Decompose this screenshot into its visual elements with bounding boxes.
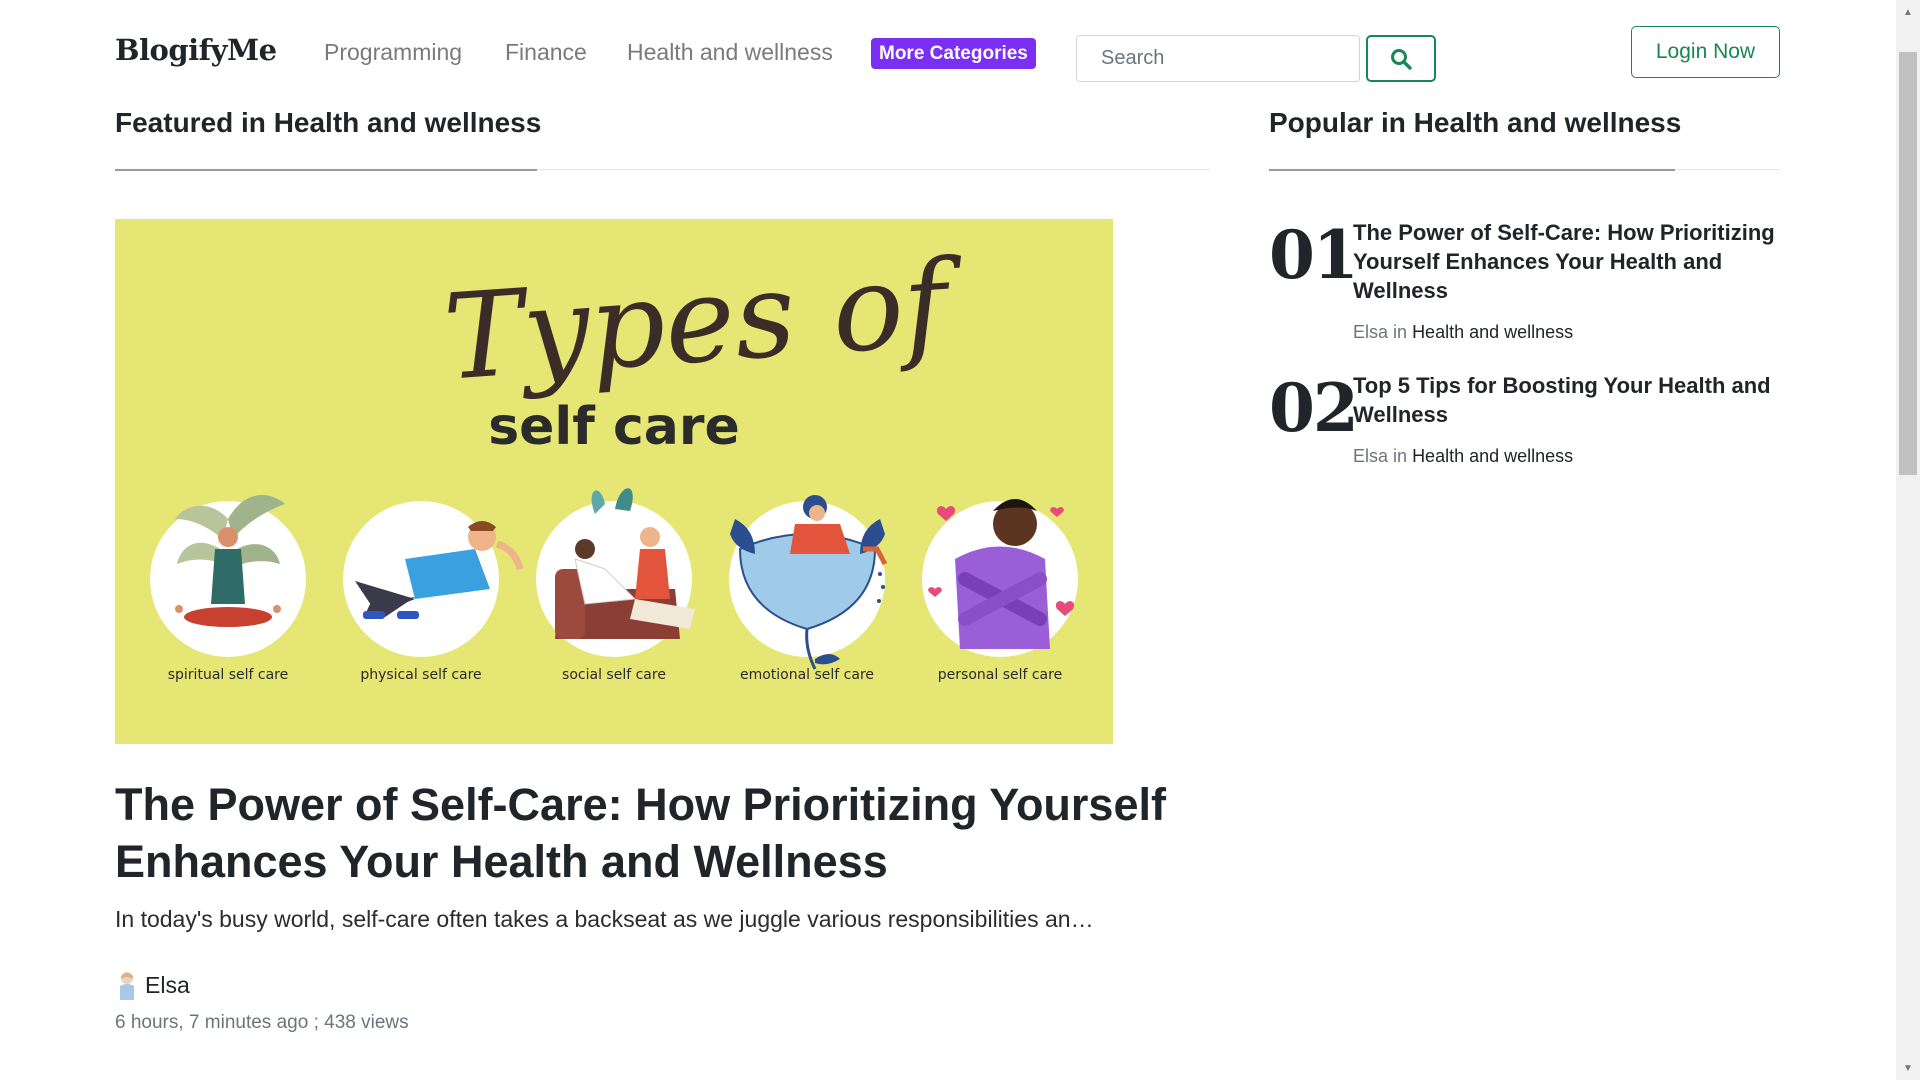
- image-label-physical: physical self care: [360, 667, 481, 683]
- search-icon: [1391, 48, 1412, 70]
- avatar: [120, 972, 134, 1000]
- physical-self-care-illustration: [343, 501, 524, 657]
- vertical-scrollbar[interactable]: ▲ ▼: [1896, 0, 1920, 1080]
- popular-item-meta: Elsa in Health and wellness: [1353, 322, 1573, 343]
- image-label-spiritual: spiritual self care: [168, 667, 289, 683]
- featured-meta: 6 hours, 7 minutes ago ; 438 views: [115, 1012, 409, 1033]
- scrollbar-thumb[interactable]: [1899, 52, 1917, 475]
- popular-item-title[interactable]: Top 5 Tips for Boosting Your Health and …: [1353, 371, 1793, 429]
- popular-heading: Popular in Health and wellness: [1269, 107, 1682, 138]
- popular-item[interactable]: 02 Top 5 Tips for Boosting Your Health a…: [1269, 371, 1789, 471]
- image-script-text: Types of: [440, 233, 970, 407]
- scroll-down-arrow-icon[interactable]: ▼: [1896, 1056, 1920, 1080]
- login-button[interactable]: Login Now: [1631, 26, 1780, 78]
- featured-author[interactable]: Elsa: [115, 970, 190, 1000]
- image-label-social: social self care: [562, 667, 666, 683]
- page: BlogifyMe Programming Finance Health and…: [0, 0, 1920, 1080]
- featured-author-name: Elsa: [145, 971, 190, 998]
- featured-divider-accent: [115, 169, 537, 171]
- featured-heading: Featured in Health and wellness: [115, 107, 542, 138]
- popular-item-category[interactable]: Health and wellness: [1412, 322, 1573, 342]
- nav-link-finance[interactable]: Finance: [505, 39, 587, 66]
- spiritual-self-care-illustration: [150, 494, 306, 657]
- nav-link-health-and-wellness[interactable]: Health and wellness: [627, 39, 833, 66]
- social-self-care-illustration: [536, 488, 695, 657]
- image-label-emotional: emotional self care: [740, 667, 874, 683]
- emotional-self-care-illustration: [729, 495, 888, 670]
- popular-item-number: 02: [1269, 369, 1359, 447]
- popular-item-number: 01: [1269, 216, 1359, 294]
- search-input[interactable]: [1076, 35, 1360, 82]
- scroll-up-arrow-icon[interactable]: ▲: [1896, 0, 1920, 24]
- personal-self-care-illustration: [922, 499, 1078, 657]
- image-label-personal: personal self care: [938, 667, 1062, 683]
- brand-logo[interactable]: BlogifyMe: [115, 33, 277, 67]
- popular-item-in: in: [1393, 446, 1408, 466]
- popular-item-title[interactable]: The Power of Self-Care: How Prioritizing…: [1353, 218, 1793, 305]
- featured-article-excerpt: In today's busy world, self-care often t…: [115, 906, 1095, 932]
- featured-image[interactable]: Types of self care spiritual self care p…: [115, 219, 1113, 744]
- search-button[interactable]: [1366, 35, 1436, 82]
- popular-item-author[interactable]: Elsa: [1353, 446, 1388, 466]
- popular-item-category[interactable]: Health and wellness: [1412, 446, 1573, 466]
- nav-link-programming[interactable]: Programming: [324, 39, 462, 66]
- more-categories-button[interactable]: More Categories: [871, 38, 1036, 69]
- featured-article-title[interactable]: The Power of Self-Care: How Prioritizing…: [115, 776, 1175, 890]
- popular-item-author[interactable]: Elsa: [1353, 322, 1388, 342]
- popular-item[interactable]: 01 The Power of Self-Care: How Prioritiz…: [1269, 218, 1789, 348]
- popular-item-in: in: [1393, 322, 1408, 342]
- popular-item-meta: Elsa in Health and wellness: [1353, 446, 1573, 467]
- popular-divider-accent: [1269, 169, 1675, 171]
- image-title-text: self care: [488, 397, 740, 457]
